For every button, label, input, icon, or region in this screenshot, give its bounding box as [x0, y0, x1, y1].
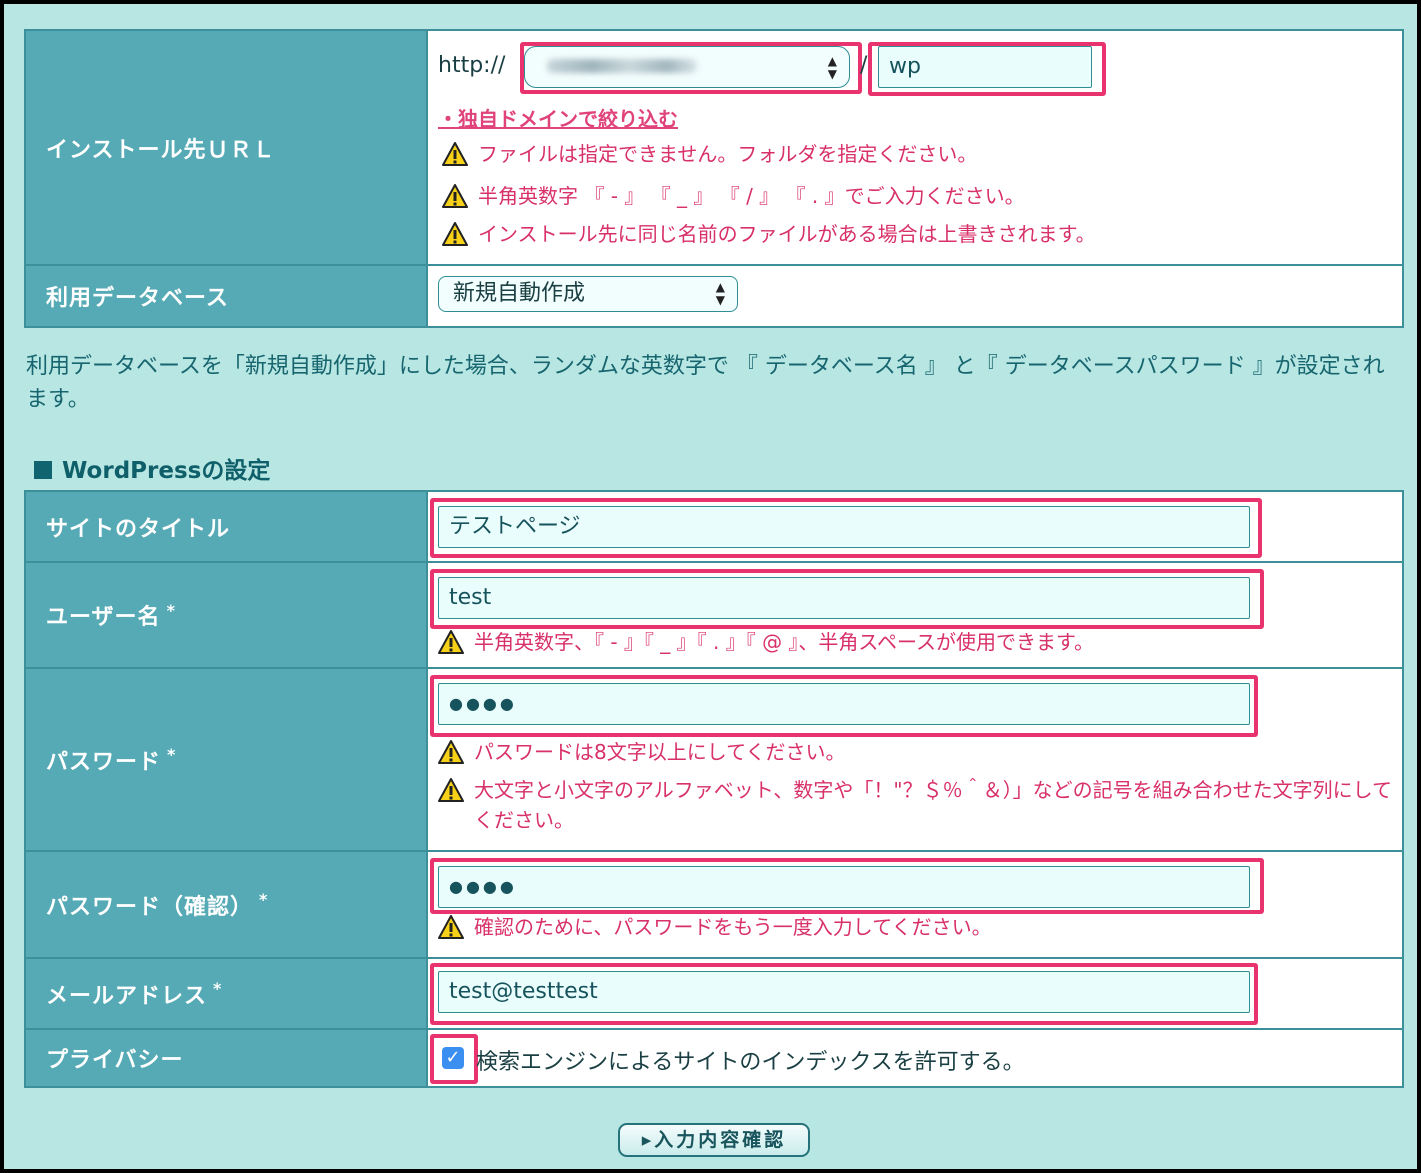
username-row: ユーザー名 * test 半角英数字、『 - 』『 _ 』『 . 』『 @ 』、半… — [24, 561, 1404, 669]
folder-highlight — [868, 42, 1106, 96]
wordpress-table: サイトのタイトル テストページ ユーザー名 * test 半角英数字、『 - 』『… — [24, 490, 1404, 1088]
site-title-label: サイトのタイトル — [24, 490, 428, 563]
database-label: 利用データベース — [24, 264, 428, 328]
password-note-2: 大文字と小文字のアルファベット、数字や「！"？＄％＾＆）」などの記号を組み合わせ… — [438, 775, 1408, 835]
site-title-row: サイトのタイトル テストページ — [24, 490, 1404, 563]
site-title-highlight — [430, 498, 1262, 558]
url-slash: / — [860, 53, 868, 78]
password-highlight — [430, 675, 1258, 737]
database-row: 利用データベース 新規自動作成 ▲ ▼ — [24, 264, 1404, 328]
warning-icon — [438, 915, 464, 939]
password-label: パスワード — [46, 749, 162, 775]
install-note-3: インストール先に同じ名前のファイルがある場合は上書きされます。 — [442, 219, 1096, 249]
privacy-highlight — [430, 1034, 478, 1084]
warning-icon — [438, 778, 464, 802]
install-note-1: ファイルは指定できません。フォルダを指定ください。 — [442, 139, 977, 169]
domain-highlight — [520, 42, 862, 94]
url-prefix: http:// — [438, 53, 506, 78]
database-note: 利用データベースを「新規自動作成」にした場合、ランダムな英数字で 『 データベー… — [26, 354, 1385, 412]
email-highlight — [430, 963, 1258, 1025]
password-note-1: パスワードは8文字以上にしてください。 — [438, 737, 846, 767]
install-url-cell: http:// ▲ ▼ / wp ・独自ドメインで絞り込む ファイルは指定できませ… — [426, 29, 1404, 266]
username-label: ユーザー名 — [46, 605, 161, 630]
database-select[interactable]: 新規自動作成 ▲ ▼ — [438, 276, 738, 312]
warning-icon — [438, 740, 464, 764]
warning-icon — [442, 142, 468, 166]
password-confirm-highlight — [430, 858, 1264, 914]
database-cell: 新規自動作成 ▲ ▼ — [426, 264, 1404, 328]
warning-icon — [438, 630, 464, 654]
install-table: インストール先ＵＲＬ http:// ▲ ▼ / wp ・独自ドメインで絞り込む … — [24, 29, 1404, 328]
privacy-label: プライバシー — [24, 1028, 428, 1088]
warning-icon — [442, 222, 468, 246]
password-row: パスワード * ●●●● パスワードは8文字以上にしてください。 大文字と小文字の… — [24, 667, 1404, 852]
password-confirm-note: 確認のために、パスワードをもう一度入力してください。 — [438, 912, 992, 942]
warning-icon — [442, 184, 468, 208]
email-row: メールアドレス * test@testtest — [24, 957, 1404, 1030]
password-confirm-label: パスワード（確認） — [46, 894, 254, 920]
privacy-checkbox-label[interactable]: 検索エンジンによるサイトのインデックスを許可する。 — [476, 1044, 1025, 1076]
install-url-label: インストール先ＵＲＬ — [24, 29, 428, 266]
install-url-row: インストール先ＵＲＬ http:// ▲ ▼ / wp ・独自ドメインで絞り込む … — [24, 29, 1404, 266]
square-bullet-icon — [34, 461, 52, 479]
select-arrows-icon: ▲ ▼ — [715, 280, 725, 307]
privacy-row: プライバシー ✓ 検索エンジンによるサイトのインデックスを許可する。 — [24, 1028, 1404, 1088]
install-note-2: 半角英数字 『 - 』 『 _ 』 『 / 』 『 . 』でご入力ください。 — [442, 181, 1025, 211]
page-frame: インストール先ＵＲＬ http:// ▲ ▼ / wp ・独自ドメインで絞り込む … — [4, 4, 1417, 1169]
username-highlight — [430, 569, 1264, 629]
confirm-button[interactable]: ▸入力内容確認 — [618, 1123, 810, 1157]
email-label: メールアドレス — [46, 983, 208, 1009]
domain-filter-link[interactable]: ・独自ドメインで絞り込む — [438, 103, 678, 132]
section-title: WordPressの設定 — [34, 451, 270, 485]
password-confirm-row: パスワード（確認） * ●●●● 確認のために、パスワードをもう一度入力してくださ… — [24, 850, 1404, 959]
username-note: 半角英数字、『 - 』『 _ 』『 . 』『 @ 』、半角スペースが使用できます… — [438, 627, 1094, 657]
